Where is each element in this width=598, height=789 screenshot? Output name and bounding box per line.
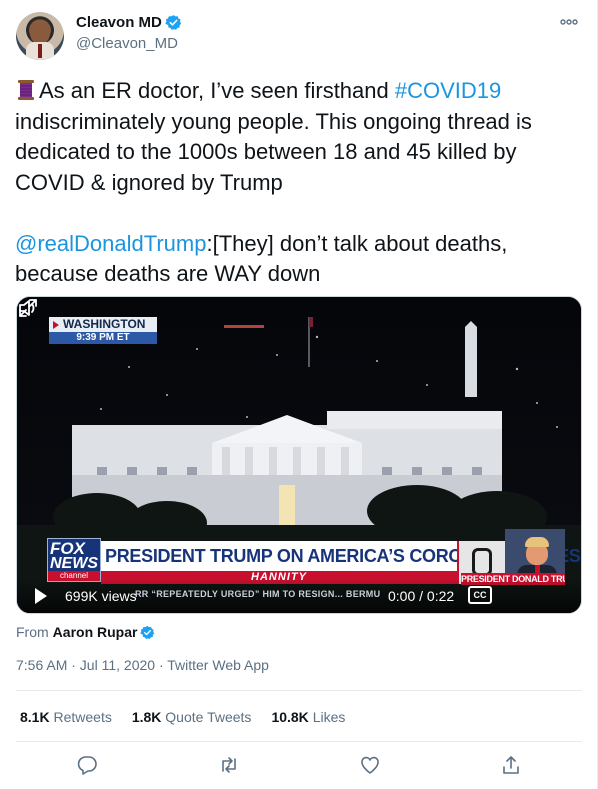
likes-stat[interactable]: 10.8K Likes [271,709,345,725]
retweet-icon[interactable] [218,754,240,776]
captions-button[interactable]: CC [468,586,492,604]
divider-top [16,690,582,691]
mention-link[interactable]: @realDonaldTrump [15,231,206,256]
quote-tweets-label: Quote Tweets [165,709,252,725]
logo-bottom-text: NEWS [50,555,98,572]
location-overlay: WASHINGTON 9:39 PM ET [49,317,157,344]
retweets-stat[interactable]: 8.1K Retweets [20,709,112,725]
tweet: Cleavon MD @Cleavon_MD As an ER doctor, … [0,0,598,789]
avatar[interactable] [16,12,64,60]
more-dots-icon [560,19,578,25]
attribution-user-link[interactable]: Aaron Rupar [53,624,138,640]
view-count: 699K views [65,588,137,604]
author-display-name[interactable]: Cleavon MD [76,14,162,31]
quote-tweets-count: 1.8K [131,709,162,725]
time-overlay-label: 9:39 PM ET [49,332,157,344]
avatar-face [30,20,50,44]
more-icon[interactable] [557,12,581,32]
like-icon[interactable] [359,754,381,776]
likes-count: 10.8K [271,709,309,725]
action-bar [0,754,598,782]
likes-label: Likes [312,709,346,725]
tweet-text-lead: As an ER doctor, I’ve seen firsthand [39,78,395,103]
tweet-text: As an ER doctor, I’ve seen firsthand #CO… [15,76,585,290]
tweet-timestamp[interactable]: 7:56 AM · Jul 11, 2020 · Twitter Web App [16,657,269,673]
author-handle[interactable]: @Cleavon_MD [76,35,178,52]
fullscreen-icon[interactable] [17,297,39,319]
pip-hair [525,537,549,547]
divider-bottom [16,741,582,742]
author-name-row[interactable]: Cleavon MD [76,14,182,31]
share-icon[interactable] [500,754,522,776]
engagement-stats: 8.1K Retweets 1.8K Quote Tweets 10.8K Li… [20,709,365,725]
chyron-headline: PRESIDENT TRUMP ON AMERICA’S CORONAVIRUS… [101,541,581,571]
location-label: WASHINGTON [49,317,157,332]
fox-news-logo: FOX NEWS channel [47,538,101,582]
video-attribution: From Aaron Rupar [16,624,155,640]
thread-spool-icon [18,80,34,100]
retweets-count: 8.1K [20,709,50,725]
video-time: 0:00 / 0:22 [388,588,455,604]
play-icon[interactable] [35,588,47,604]
verified-badge-icon [165,15,182,30]
retweets-label: Retweets [53,709,112,725]
avatar-tie [38,44,42,58]
reply-icon[interactable] [76,754,98,776]
hashtag-link[interactable]: #COVID19 [395,78,501,103]
attribution-verified-icon [140,625,155,639]
quote-tweets-stat[interactable]: 1.8K Quote Tweets [132,709,252,725]
phone-icon [472,548,492,576]
from-label: From [16,624,49,640]
video-player[interactable]: WASHINGTON 9:39 PM ET FOX NEWS channel P… [16,296,582,614]
